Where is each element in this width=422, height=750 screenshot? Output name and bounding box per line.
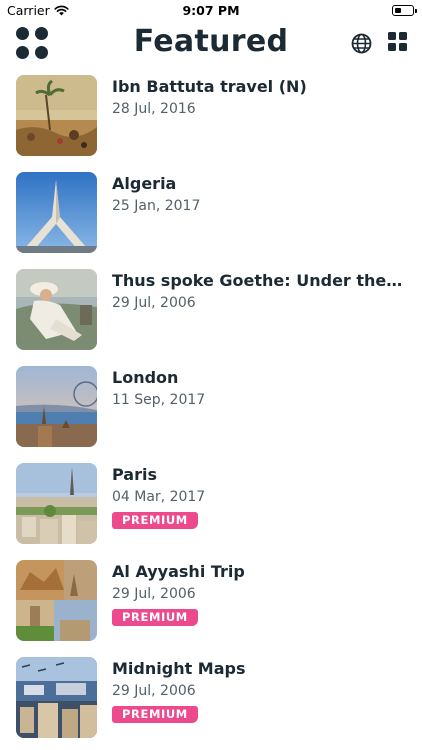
list-item[interactable]: Algeria 25 Jan, 2017 [0, 172, 422, 256]
thumbnail [16, 269, 97, 350]
thumbnail [16, 75, 97, 156]
item-title: London [112, 368, 179, 387]
premium-badge: PREMIUM [112, 706, 198, 723]
list-item[interactable]: Al Ayyashi Trip 29 Jul, 2006 PREMIUM [0, 560, 422, 644]
premium-badge: PREMIUM [112, 609, 198, 626]
item-title: Paris [112, 465, 157, 484]
thumbnail [16, 463, 97, 544]
item-date: 25 Jan, 2017 [112, 198, 201, 214]
status-time: 9:07 PM [182, 3, 240, 18]
item-title: Ibn Battuta travel (N) [112, 77, 307, 96]
premium-badge: PREMIUM [112, 512, 198, 529]
screen: Carrier 9:07 PM Featured Ibn Battuta tra… [0, 0, 422, 750]
item-date: 28 Jul, 2016 [112, 101, 196, 117]
battery-icon [392, 5, 417, 16]
item-title: Thus spoke Goethe: Under the sk... [112, 271, 404, 290]
item-date: 29 Jul, 2006 [112, 295, 196, 311]
globe-icon[interactable] [351, 33, 372, 54]
list-item[interactable]: Thus spoke Goethe: Under the sk... 29 Ju… [0, 269, 422, 353]
thumbnail [16, 172, 97, 253]
item-title: Algeria [112, 174, 177, 193]
item-date: 11 Sep, 2017 [112, 392, 206, 408]
list-item[interactable]: Midnight Maps 29 Jul, 2006 PREMIUM [0, 657, 422, 741]
item-date: 29 Jul, 2006 [112, 683, 196, 699]
item-date: 29 Jul, 2006 [112, 586, 196, 602]
list-item[interactable]: London 11 Sep, 2017 [0, 366, 422, 450]
grid-icon[interactable] [388, 32, 407, 51]
status-bar: Carrier 9:07 PM [0, 0, 422, 22]
header: Featured [0, 22, 422, 68]
item-date: 04 Mar, 2017 [112, 489, 206, 505]
thumbnail [16, 657, 97, 738]
item-title: Al Ayyashi Trip [112, 562, 245, 581]
list-item[interactable]: Ibn Battuta travel (N) 28 Jul, 2016 [0, 75, 422, 159]
thumbnail [16, 560, 97, 641]
list-item[interactable]: Paris 04 Mar, 2017 PREMIUM [0, 463, 422, 547]
thumbnail [16, 366, 97, 447]
item-title: Midnight Maps [112, 659, 246, 678]
